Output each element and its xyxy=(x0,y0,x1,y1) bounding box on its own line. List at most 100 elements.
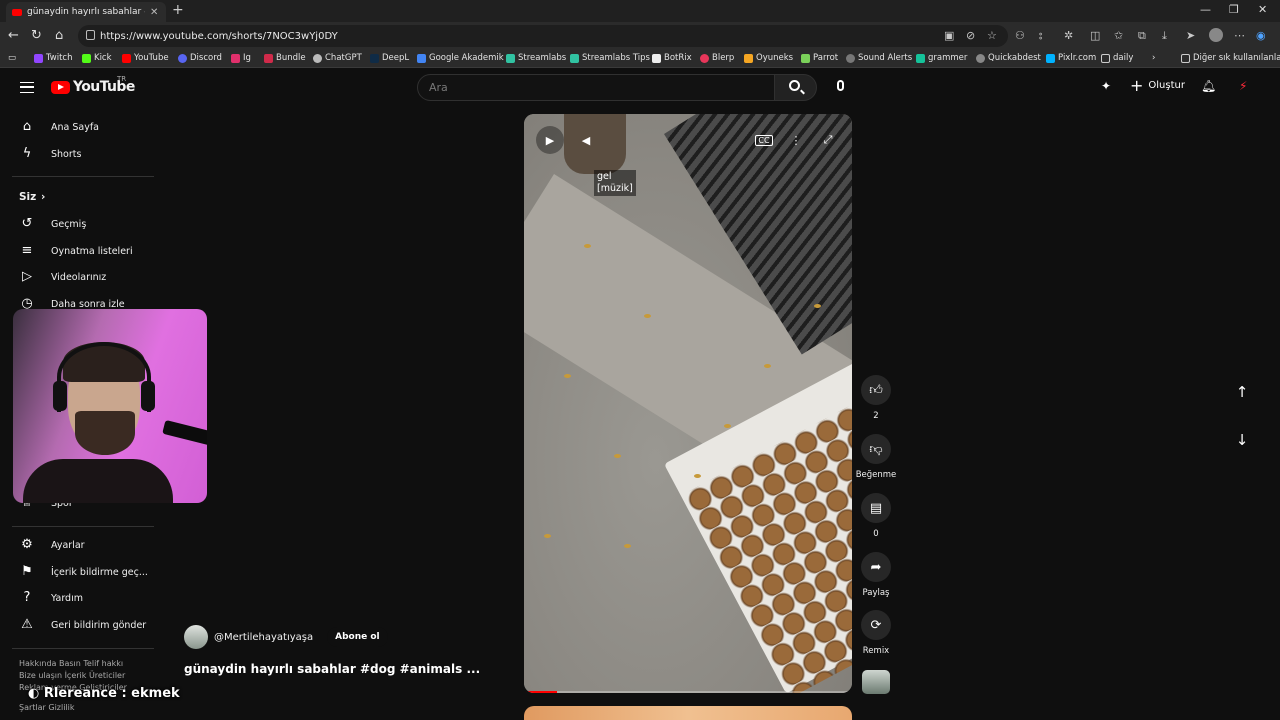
video-title[interactable]: günaydin hayırlı sabahlar #dog #animals … xyxy=(184,662,480,676)
sidebar-item-send-feedback[interactable]: ⚠ Geri bildirim gönder xyxy=(0,612,156,638)
bookmark-kick[interactable]: Kick xyxy=(82,53,112,63)
video-captions: gel [müzik] xyxy=(594,170,636,196)
bookmark-parrot[interactable]: Parrot xyxy=(801,53,838,63)
previous-short-arrow-up-icon[interactable]: ↑ xyxy=(1232,383,1252,403)
footer-links-4[interactable]: Şartlar Gizlilik xyxy=(19,702,75,714)
bookmark-streamlabs[interactable]: Streamlabs xyxy=(506,53,566,63)
plus-icon: + xyxy=(1130,75,1144,95)
channel-name[interactable]: @Mertilehayatıyaşa xyxy=(214,632,313,643)
footer-links-1[interactable]: Hakkında Basın Telif hakkı xyxy=(19,658,123,670)
share-page-icon[interactable]: ➤ xyxy=(1186,29,1195,42)
account-avatar[interactable]: ⚡︎ xyxy=(1239,79,1247,93)
other-bookmarks[interactable]: Diğer sık kullanılanlar xyxy=(1181,53,1280,63)
comment-icon[interactable]: ▤ xyxy=(861,493,891,523)
bookmark-quickabdest[interactable]: Quickabdest xyxy=(976,53,1041,63)
hamburger-menu-icon[interactable] xyxy=(20,82,34,93)
play-icon[interactable]: ▶ xyxy=(536,126,564,154)
close-window-icon[interactable]: ✕ xyxy=(1258,3,1267,16)
notifications-bell-icon[interactable]: 🔔︎ xyxy=(1201,79,1216,93)
tracking-icon[interactable]: ⊘ xyxy=(966,29,975,42)
volume-icon[interactable]: ◀︎ xyxy=(572,126,600,154)
collections-icon[interactable]: ⧉ xyxy=(1138,29,1146,43)
fullscreen-icon[interactable]: ⤢ xyxy=(814,126,842,154)
subscribe-button[interactable]: Abone ol xyxy=(327,627,388,647)
reload-icon[interactable]: ↻ xyxy=(31,28,42,43)
sidebar-item-shorts[interactable]: ϟ Shorts xyxy=(0,141,156,167)
next-short-arrow-down-icon[interactable]: ↓ xyxy=(1232,431,1252,451)
youtube-logo[interactable]: YouTube TR xyxy=(51,75,135,95)
sidebar-item-help[interactable]: ? Yardım xyxy=(0,585,156,611)
minimize-icon[interactable]: — xyxy=(1200,3,1211,16)
channel-avatar[interactable] xyxy=(184,625,208,649)
sidebar-item-report-history[interactable]: ⚑ İçerik bildirme geç... xyxy=(0,559,156,585)
bookmark-streamlabs-tips[interactable]: Streamlabs Tips xyxy=(570,53,650,63)
bookmark-discord[interactable]: Discord xyxy=(178,53,222,63)
create-video-icon[interactable]: ✦ xyxy=(1101,79,1111,93)
next-short-preview[interactable] xyxy=(524,706,852,720)
new-tab-icon[interactable]: + xyxy=(172,2,184,18)
footer-links-2[interactable]: Bize ulaşın İçerik Üreticiler xyxy=(19,670,125,682)
search-input[interactable]: Ara xyxy=(417,74,775,101)
share-action[interactable]: ➦ Paylaş xyxy=(860,552,892,598)
favorites-icon[interactable]: ✩ xyxy=(1114,29,1123,42)
copilot-icon[interactable]: ◉ xyxy=(1256,29,1266,42)
address-bar[interactable]: https://www.youtube.com/shorts/7NOC3wYj0… xyxy=(78,25,1008,47)
dislike-action[interactable]: 👎︎ Beğenme xyxy=(856,434,896,480)
profile-avatar[interactable] xyxy=(1209,28,1223,42)
shorts-video-player[interactable]: ▶ ◀︎ CC ⋮ ⤢ gel [müzik] xyxy=(524,114,852,693)
progress-bar[interactable] xyxy=(524,691,852,693)
home-icon[interactable]: ⌂ xyxy=(55,28,63,43)
leaf xyxy=(584,244,591,248)
more-icon[interactable]: ⋯ xyxy=(1234,29,1245,42)
more-options-icon[interactable]: ⋮ xyxy=(782,126,810,154)
bookmark-twitch[interactable]: Twitch xyxy=(34,53,73,63)
bookmark-chatgpt[interactable]: ChatGPT xyxy=(313,53,362,63)
thumbs-down-icon[interactable]: 👎︎ xyxy=(861,434,891,464)
back-icon[interactable]: ← xyxy=(8,28,19,43)
close-tab-icon[interactable]: ✕ xyxy=(150,7,158,18)
bookmark-blerp[interactable]: Blerp xyxy=(700,53,734,63)
remix-icon[interactable]: ⟳ xyxy=(861,610,891,640)
sidebar-item-settings[interactable]: ⚙ Ayarlar xyxy=(0,532,156,558)
search-button[interactable] xyxy=(774,74,817,101)
remix-action[interactable]: ⟳ Remix xyxy=(860,610,892,656)
comment-action[interactable]: ▤ 0 xyxy=(860,493,892,539)
microphone-icon[interactable] xyxy=(837,80,844,91)
sidebar-item-home[interactable]: ⌂ Ana Sayfa xyxy=(0,114,156,140)
chevron-right-icon[interactable]: › xyxy=(1152,53,1155,63)
bookmark-bar-menu-icon[interactable]: ▭ xyxy=(8,53,16,63)
bookmark-grammer[interactable]: grammer xyxy=(916,53,967,63)
bookmark-google-akademik[interactable]: Google Akademik xyxy=(417,53,504,63)
help-icon: ? xyxy=(23,590,31,605)
read-aloud-icon[interactable]: ⦂ xyxy=(1039,29,1042,43)
bookmark-folder-daily[interactable]: daily xyxy=(1101,53,1133,63)
create-button[interactable]: + Oluştur xyxy=(1130,75,1185,95)
sidebar-divider xyxy=(12,648,154,649)
sidebar-item-your-videos[interactable]: ▷ Videolarınız xyxy=(0,264,156,290)
sidebar-section-you[interactable]: Siz › xyxy=(0,184,156,210)
sidebar-item-playlists[interactable]: ≡ Oynatma listeleri xyxy=(0,238,156,264)
bookmark-botrix[interactable]: BotRix xyxy=(652,53,692,63)
bookmark-deepl[interactable]: DeepL xyxy=(370,53,409,63)
history-icon: ↺ xyxy=(21,216,33,231)
thumbs-up-icon[interactable]: 👍︎ xyxy=(861,375,891,405)
bookmark-sound-alerts[interactable]: Sound Alerts xyxy=(846,53,912,63)
bookmark-oyuneks[interactable]: Oyuneks xyxy=(744,53,793,63)
captions-icon[interactable]: CC xyxy=(750,126,778,154)
install-app-icon[interactable]: ▣ xyxy=(944,29,954,42)
sound-source-avatar[interactable] xyxy=(862,670,890,694)
share-icon[interactable]: ➦ xyxy=(861,552,891,582)
like-action[interactable]: 👍︎ 2 xyxy=(860,375,892,421)
favorite-star-icon[interactable]: ☆ xyxy=(987,29,997,42)
extension-icon[interactable]: ⚇ xyxy=(1015,29,1025,42)
sidebar-item-history[interactable]: ↺ Geçmiş xyxy=(0,211,156,237)
restore-icon[interactable]: ❐ xyxy=(1229,3,1239,16)
puzzle-icon[interactable]: ✲ xyxy=(1064,29,1073,42)
downloads-icon[interactable]: ⤓ xyxy=(1162,29,1167,43)
bookmark-bundle[interactable]: Bundle xyxy=(264,53,306,63)
bookmark-pixlr[interactable]: Pixlr.com xyxy=(1046,53,1096,63)
split-screen-icon[interactable]: ◫ xyxy=(1090,29,1100,42)
bookmark-youtube[interactable]: YouTube xyxy=(122,53,169,63)
browser-tab-active[interactable]: günaydin hayırlı sabahlar #dog #... ✕ xyxy=(6,2,166,22)
bookmark-ig[interactable]: Ig xyxy=(231,53,251,63)
